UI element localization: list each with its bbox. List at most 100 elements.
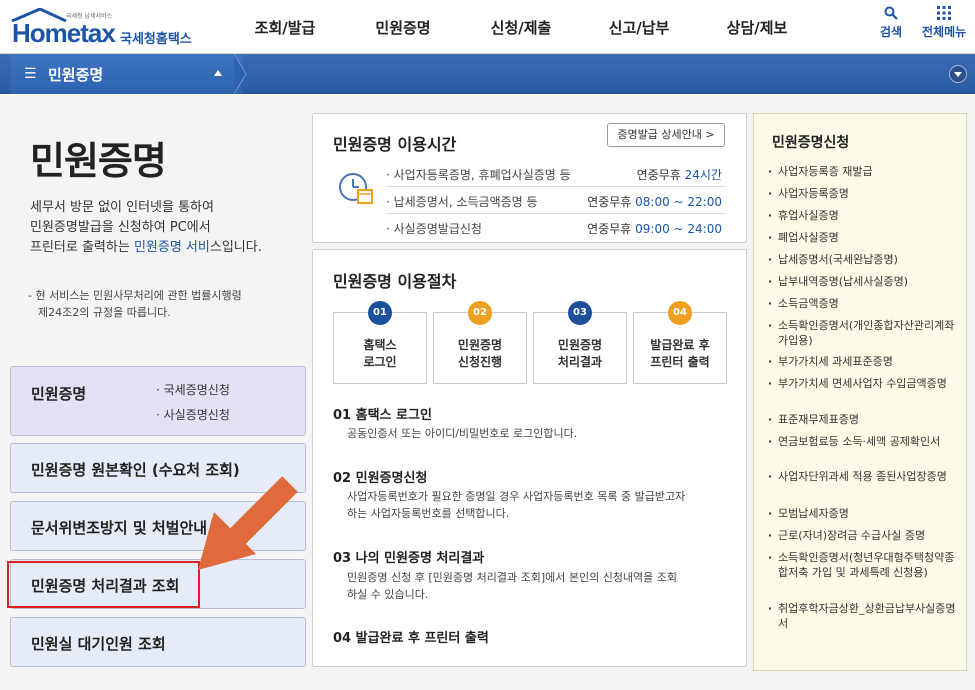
search-icon [884,6,898,20]
nav-item-report[interactable]: 신고/납부 [580,0,698,54]
breadcrumb-separator-icon [234,54,247,94]
hours-row-3-value: 09:00 ~ 24:00 [635,222,722,236]
right-item-1[interactable]: 사업자등록증 재발급 [766,164,956,179]
step-1-line1: 홈택스 [363,338,397,352]
step-4-line1: 발급완료 후 [650,338,710,352]
step-1-line2: 로그인 [363,355,397,369]
menu-card-waiting[interactable]: 민원실 대기인원 조회 [10,617,306,667]
location-expand-button[interactable] [949,65,967,83]
procedure-item-3-desc-line2: 하실 수 있습니다. [347,588,429,601]
step-badge-2: 02 [468,301,492,325]
nav-item-inquiry[interactable]: 조회/발급 [226,0,344,54]
procedure-item-1-title: 01 홈택스 로그인 [333,408,432,423]
grid-menu-icon [937,6,952,20]
procedure-item-1-desc: 공동인증서 또는 아이디/비밀번호로 로그인합니다. [347,425,727,442]
hours-title: 민원증명 이용시간 [333,135,457,154]
step-badge-1: 01 [368,301,392,325]
hours-row-2-service: · 납세증명서, 소득금액증명 등 [386,195,538,209]
logo-word: Hometax [12,18,116,48]
hometax-logo[interactable]: 국세청 납세서비스 Hometax 국세청홈택스 [8,4,208,50]
right-item-14[interactable]: 모범납세자증명 [766,506,956,521]
right-item-3[interactable]: 휴업사실증명 [766,208,956,223]
intro-note: - 현 서비스는 민원사무처리에 관한 법률시행령 제24조2의 규정을 따릅니… [28,287,303,321]
menu-sub-fact-cert[interactable]: · 사실증명신청 [156,406,230,423]
main-nav: 조회/발급 민원증명 신청/제출 신고/납부 상담/제보 [226,0,816,54]
logo-korean: 국세청홈택스 [120,32,192,47]
clock-calendar-icon [339,173,373,204]
procedure-item-3-desc-line1: 민원증명 신청 후 [민원증명 처리결과 조회]에서 본인의 신청내역을 조회 [347,571,678,584]
intro-desc-line3-post: 스입니다. [209,240,262,255]
all-menu-label: 전체메뉴 [922,25,967,39]
intro-note-line2: 제24조2의 규정을 따릅니다. [38,306,171,319]
detail-guide-button[interactable]: 증명발급 상세안내 > [607,123,725,147]
right-item-9[interactable]: 부가가치세 과세표준증명 [766,354,956,369]
search-label: 검색 [880,25,903,39]
intro-desc-line3-pre: 프린터로 출력하는 [30,240,134,255]
intro-note-line1: - 현 서비스는 민원사무처리에 관한 법률시행령 [28,289,242,302]
step-2-line2: 신청진행 [457,355,503,369]
nav-item-certificate[interactable]: 민원증명 [344,0,462,54]
intro-description: 세무서 방문 없이 인터넷을 통하여 민원증명발급을 신청하여 PC에서 프린터… [30,198,300,258]
step-3-label: 민원증명 처리결과 [534,337,626,371]
menu-sub-national-tax[interactable]: · 국세증명신청 [156,381,230,398]
nav-item-consult[interactable]: 상담/제보 [698,0,816,54]
hours-row-3: · 사실증명발급신청 연중무휴 09:00 ~ 24:00 [386,215,726,241]
intro-desc-line1: 세무서 방문 없이 인터넷을 통하여 [30,200,214,215]
procedure-title: 민원증명 이용절차 [333,272,457,291]
location-current-label: 민원증명 [48,66,104,84]
hours-row-2: · 납세증명서, 소득금액증명 등 연중무휴 08:00 ~ 22:00 [386,188,726,214]
menu-sub-national-tax-label: 국세증명신청 [163,383,230,397]
right-item-10[interactable]: 부가가치세 면세사업자 수입금액증명 [766,376,956,391]
right-item-11[interactable]: 표준재무제표증명 [766,412,956,427]
all-menu-button[interactable]: 전체메뉴 [922,6,966,40]
header: 국세청 납세서비스 Hometax 국세청홈택스 조회/발급 민원증명 신청/제… [0,0,975,54]
step-badge-4: 04 [668,301,692,325]
right-item-17[interactable]: 취업후학자금상환_상환금납부사실증명서 [766,601,956,631]
hours-row-1: · 사업자등록증명, 휴폐업사실증명 등 연중무휴 24시간 [386,161,726,187]
procedure-item-2-desc: 사업자등록번호가 필요한 증명일 경우 사업자등록번호 목록 중 발급받고자 하… [347,488,727,522]
right-item-4[interactable]: 폐업사실증명 [766,230,956,245]
location-bar: ☰ 민원증명 [0,54,975,94]
right-item-8[interactable]: 소득확인증명서(개인종합자산관리계좌 가입용) [766,318,956,348]
step-3-line1: 민원증명 [557,338,603,352]
step-2-line1: 민원증명 [457,338,503,352]
right-item-12[interactable]: 연금보험료등 소득·세액 공제확인서 [766,434,956,449]
page-title: 민원증명 [30,139,167,183]
pointer-arrow-icon [198,476,298,570]
hours-row-1-service: · 사업자등록증명, 휴폐업사실증명 등 [386,168,571,182]
hours-row-1-label: 연중무휴 [636,168,685,182]
hours-row-3-label: 연중무휴 [587,222,636,236]
procedure-item-3-title: 03 나의 민원증명 처리결과 [333,551,485,566]
procedure-item-2-desc-line1: 사업자등록번호가 필요한 증명일 경우 사업자등록번호 목록 중 발급받고자 [347,490,686,503]
menu-card-certificate-title: 민원증명 [31,385,87,403]
right-panel-title: 민원증명신청 [772,135,850,151]
hours-row-2-label: 연중무휴 [587,195,636,209]
menu-sub-fact-cert-label: 사실증명신청 [163,408,230,422]
procedure-item-1-desc-line1: 공동인증서 또는 아이디/비밀번호로 로그인합니다. [347,427,578,440]
intro-desc-line2: 민원증명발급을 신청하여 PC에서 [30,220,211,235]
highlight-box [7,561,200,608]
menu-card-certificate[interactable]: 민원증명 · 국세증명신청 · 사실증명신청 [10,366,306,436]
caret-up-icon [214,70,222,76]
step-4-line2: 프린터 출력 [650,355,710,369]
right-item-7[interactable]: 소득금액증명 [766,296,956,311]
nav-item-application[interactable]: 신청/제출 [462,0,580,54]
search-button[interactable]: 검색 [880,6,902,40]
hours-row-1-value: 24시간 [684,168,722,182]
location-current-menu[interactable]: ☰ 민원증명 [10,54,242,94]
right-item-2[interactable]: 사업자등록증명 [766,186,956,201]
hours-row-3-time: 연중무휴 09:00 ~ 24:00 [587,220,722,237]
procedure-item-2-desc-line2: 하는 사업자등록번호를 선택합니다. [347,507,510,520]
step-2-label: 민원증명신청진행 [434,337,526,371]
intro-desc-line3: 프린터로 출력하는 민원증명 서비스입니다. [30,238,300,258]
right-item-5[interactable]: 납세증명서(국세완납증명) [766,252,956,267]
right-item-13[interactable]: 사업자단위과세 적용 종된사업장증명 [766,469,956,484]
right-item-6[interactable]: 납부내역증명(납세사실증명) [766,274,956,289]
step-badge-3: 03 [568,301,592,325]
intro-desc-highlight: 민원증명 서비 [133,240,210,255]
right-item-15[interactable]: 근로(자녀)장려금 수급사실 증명 [766,528,956,543]
menu-card-forgery-title: 문서위변조방지 및 처벌안내 [31,519,208,537]
procedure-item-4-title: 04 발급완료 후 프린터 출력 [333,631,489,646]
hours-row-3-service: · 사실증명발급신청 [386,222,482,236]
right-item-16[interactable]: 소득확인증명서(청년우대형주택청약종합저축 가입 및 과세특례 신청용) [766,550,956,580]
